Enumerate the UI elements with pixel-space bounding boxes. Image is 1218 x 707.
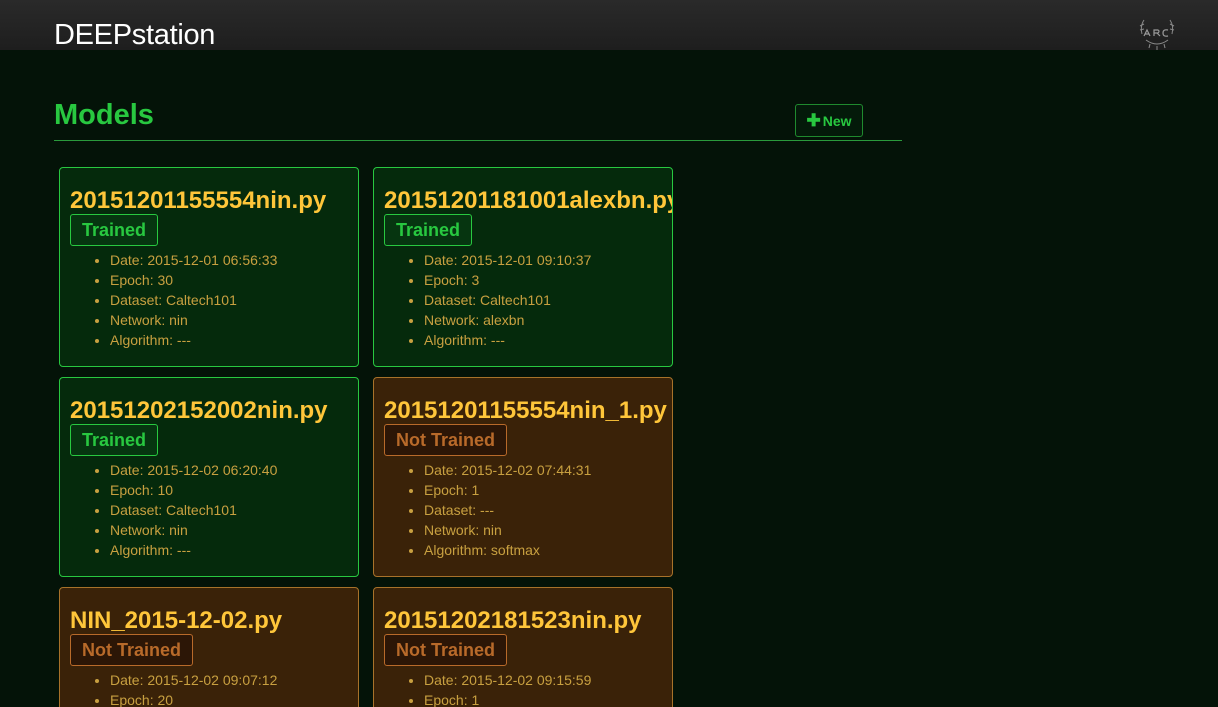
model-details: Date: 2015-12-02 06:20:40 Epoch: 10 Data… xyxy=(110,460,277,560)
detail-dataset: Dataset: Caltech101 xyxy=(110,500,277,520)
status-badge: Not Trained xyxy=(70,634,194,666)
model-name[interactable]: NIN_2015-12-02.py xyxy=(70,606,282,636)
new-button-label: New xyxy=(822,112,852,129)
detail-date: Date: 2015-12-02 06:20:40 xyxy=(110,460,277,480)
model-card[interactable]: 20151201181001alexbn.py Trained Date: 20… xyxy=(373,167,673,367)
detail-network: Network: nin xyxy=(110,310,277,330)
brand-logo[interactable]: DEEPstation xyxy=(54,17,215,53)
detail-dataset: Dataset: --- xyxy=(424,500,591,520)
top-navbar: DEEPstation xyxy=(0,0,1218,53)
detail-algorithm: Algorithm: --- xyxy=(424,330,591,350)
brand-part-station: station xyxy=(131,19,216,51)
model-name[interactable]: 20151202181523nin.py xyxy=(384,606,642,636)
detail-network: Network: nin xyxy=(424,520,591,540)
model-details: Date: 2015-12-01 06:56:33 Epoch: 30 Data… xyxy=(110,250,277,350)
detail-algorithm: Algorithm: softmax xyxy=(424,540,591,560)
detail-algorithm: Algorithm: --- xyxy=(110,540,277,560)
detail-date: Date: 2015-12-01 09:10:37 xyxy=(424,250,591,270)
arc-logo-icon xyxy=(1139,19,1175,50)
brand-part-deep: DEEP xyxy=(54,19,132,51)
model-details: Date: 2015-12-02 09:15:59 Epoch: 1 xyxy=(424,670,591,707)
detail-date: Date: 2015-12-02 09:15:59 xyxy=(424,670,591,690)
page-title: Models xyxy=(54,99,154,131)
detail-epoch: Epoch: 20 xyxy=(110,690,277,707)
status-badge: Not Trained xyxy=(384,424,508,456)
model-card[interactable]: 20151202181523nin.py Not Trained Date: 2… xyxy=(373,587,673,707)
model-card[interactable]: 20151201155554nin.py Trained Date: 2015-… xyxy=(59,167,359,367)
model-card[interactable]: NIN_2015-12-02.py Not Trained Date: 2015… xyxy=(59,587,359,707)
detail-network: Network: alexbn xyxy=(424,310,591,330)
detail-epoch: Epoch: 1 xyxy=(424,480,591,500)
detail-epoch: Epoch: 10 xyxy=(110,480,277,500)
detail-network: Network: nin xyxy=(110,520,277,540)
new-model-button[interactable]: ✚ New xyxy=(795,104,863,137)
detail-algorithm: Algorithm: --- xyxy=(110,330,277,350)
status-badge: Trained xyxy=(384,214,473,246)
model-name[interactable]: 20151201155554nin_1.py xyxy=(384,396,667,426)
detail-dataset: Dataset: Caltech101 xyxy=(110,290,277,310)
detail-date: Date: 2015-12-02 09:07:12 xyxy=(110,670,277,690)
model-details: Date: 2015-12-01 09:10:37 Epoch: 3 Datas… xyxy=(424,250,591,350)
detail-dataset: Dataset: Caltech101 xyxy=(424,290,591,310)
title-divider xyxy=(54,140,902,141)
detail-date: Date: 2015-12-02 07:44:31 xyxy=(424,460,591,480)
model-name[interactable]: 20151202152002nin.py xyxy=(70,396,328,426)
plus-icon: ✚ xyxy=(806,111,821,130)
model-card[interactable]: 20151202152002nin.py Trained Date: 2015-… xyxy=(59,377,359,577)
model-details: Date: 2015-12-02 09:07:12 Epoch: 20 xyxy=(110,670,277,707)
model-name[interactable]: 20151201155554nin.py xyxy=(70,186,326,216)
detail-epoch: Epoch: 3 xyxy=(424,270,591,290)
status-badge: Trained xyxy=(70,424,159,456)
model-details: Date: 2015-12-02 07:44:31 Epoch: 1 Datas… xyxy=(424,460,591,560)
detail-date: Date: 2015-12-01 06:56:33 xyxy=(110,250,277,270)
detail-epoch: Epoch: 1 xyxy=(424,690,591,707)
status-badge: Trained xyxy=(70,214,159,246)
model-name[interactable]: 20151201181001alexbn.py xyxy=(384,186,672,216)
detail-epoch: Epoch: 30 xyxy=(110,270,277,290)
model-card[interactable]: 20151201155554nin_1.py Not Trained Date:… xyxy=(373,377,673,577)
status-badge: Not Trained xyxy=(384,634,508,666)
